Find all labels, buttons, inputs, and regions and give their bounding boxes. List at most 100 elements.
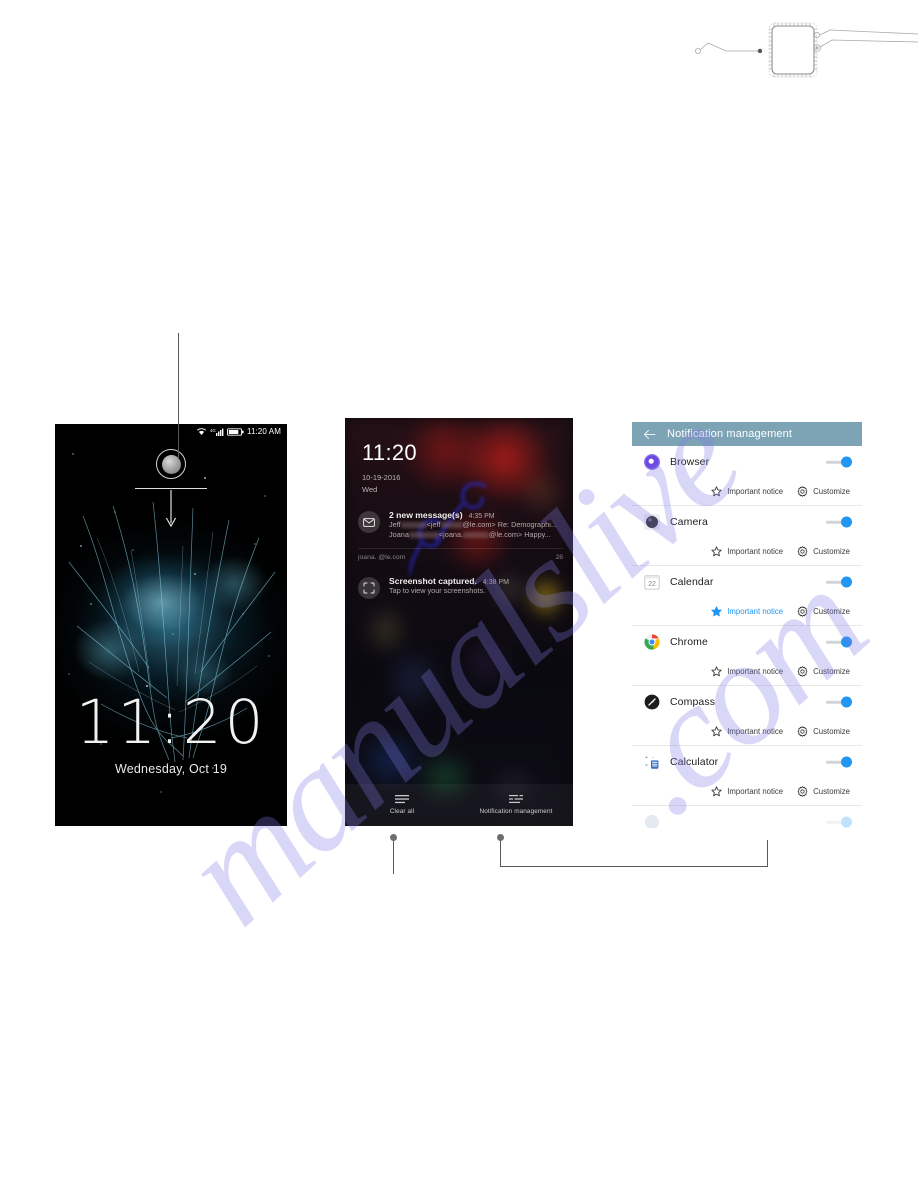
gear-icon [797,726,808,737]
notification-toggle[interactable] [826,756,852,768]
app-row-browser[interactable]: Browser [632,446,862,478]
manual-page: 4G 11:20 AM 11:20 Wednesday, Oct 19 11:2… [0,0,918,1188]
star-icon [711,726,722,737]
app-subrow-chrome: Important notice Customize [632,658,862,686]
app-row-calendar[interactable]: 22 Calendar [632,566,862,598]
shade-action-bar: Clear all Notification management [345,784,573,826]
lock-screen-phone: 4G 11:20 AM 11:20 Wednesday, Oct 19 [55,424,287,826]
lockscreen-time: 11:20 [75,687,267,758]
notification-title: 2 new message(s) [389,510,463,520]
important-notice-button[interactable]: Important notice [711,786,783,797]
app-subrow-camera: Important notice Customize [632,538,862,566]
callout-dot-notification-management [497,834,504,841]
status-bar-time: 11:20 AM [246,427,281,436]
app-row-compass[interactable]: Compass [632,686,862,718]
important-notice-label: Important notice [727,487,784,496]
panel-title: Notification management [667,428,793,440]
star-icon [711,546,722,557]
shade-time: 11:20 [362,440,417,465]
calendar-icon: 22 [644,574,660,590]
browser-icon [644,454,660,470]
clear-all-label: Clear all [389,808,415,815]
important-notice-button[interactable]: Important notice [711,606,783,617]
app-row-chrome[interactable]: Chrome [632,626,862,658]
notification-count: 28 [555,553,563,561]
camera-icon [644,514,660,530]
clear-all-button[interactable]: Clear all [345,795,459,815]
svg-text:−: − [652,755,655,761]
star-icon [711,606,722,617]
notification-footer: joana. @le.com 28 [358,547,563,561]
callout-line-nm-vertical-right [767,840,768,867]
notification-toggle[interactable] [826,636,852,648]
battery-icon [227,427,244,436]
customize-button[interactable]: Customize [797,606,850,617]
notification-line-2: Joana <joana. @le.com> Happy... [389,530,551,540]
important-notice-button[interactable]: Important notice [711,666,783,677]
notification-shade: 11:20 10-19-2016 Wed 2 new message(s) 4:… [345,418,573,826]
gear-icon [797,546,808,557]
app-notification-list: Browser Important notice Customize Camer… [632,446,862,828]
notification-toggle[interactable] [826,816,852,828]
app-subrow-compass: Important notice Customize [632,718,862,746]
app-name: Calendar [670,576,714,588]
important-notice-label: Important notice [727,667,784,676]
star-icon [711,786,722,797]
shade-weekday: Wed [362,484,378,494]
notification-item-messages[interactable]: 2 new message(s) 4:35 PM Jeff <jeff @le.co… [358,510,563,561]
notification-item-screenshot[interactable]: Screenshot captured. 4:38 PM Tap to view… [358,576,563,599]
shade-date-block: 10-19-2016 Wed [362,472,400,495]
lockscreen-clock-block: 11:20 Wednesday, Oct 19 [55,692,287,776]
app-subrow-calendar: Important notice Customize [632,598,862,626]
arrow-down-icon [165,490,177,528]
important-notice-label: Important notice [727,727,784,736]
notification-management-label: Notification management [479,808,553,815]
lockscreen-status-bar: 4G 11:20 AM [55,424,287,439]
ic-chip-callout-diagram [694,22,918,78]
chrome-icon [644,634,660,650]
app-row-camera[interactable]: Camera [632,506,862,538]
notification-shade-phone: 11:20 10-19-2016 Wed 2 new message(s) 4:… [345,418,573,826]
clear-all-icon [395,795,409,804]
notification-toggle[interactable] [826,456,852,468]
screenshot-icon [358,577,380,599]
customize-label: Customize [813,787,850,796]
customize-label: Customize [813,607,850,616]
app-name: Compass [670,696,716,708]
important-notice-label: Important notice [727,607,784,616]
svg-text:+: + [645,755,648,761]
unlock-ring-icon[interactable] [156,449,186,479]
svg-text:22: 22 [648,581,656,588]
star-icon [711,666,722,677]
customize-button[interactable]: Customize [797,726,850,737]
gear-icon [797,786,808,797]
customize-button[interactable]: Customize [797,546,850,557]
compass-icon [644,694,660,710]
customize-label: Customize [813,547,850,556]
notification-time: 4:38 PM [482,579,509,586]
important-notice-button[interactable]: Important notice [711,546,783,557]
notification-line-1: Jeff <jeff @le.com> Re: Demographi... [389,520,557,529]
notification-toggle[interactable] [826,696,852,708]
app-row-calculator[interactable]: + − × Calculator [632,746,862,778]
customize-button[interactable]: Customize [797,666,850,677]
important-notice-button[interactable]: Important notice [711,486,783,497]
back-arrow-icon[interactable] [643,429,656,440]
gear-icon [797,606,808,617]
notification-body: Tap to view your screenshots. [389,586,486,595]
notification-management-button[interactable]: Notification management [459,795,573,815]
notification-toggle[interactable] [826,576,852,588]
important-notice-label: Important notice [727,547,784,556]
customize-button[interactable]: Customize [797,786,850,797]
important-notice-button[interactable]: Important notice [711,726,783,737]
svg-text:×: × [645,763,648,769]
app-name: Browser [670,456,710,468]
lockscreen-date: Wednesday, Oct 19 [114,762,228,776]
wifi-icon [196,428,207,435]
notification-toggle[interactable] [826,516,852,528]
chip-body [768,22,818,78]
app-row-partial[interactable] [632,806,862,828]
customize-button[interactable]: Customize [797,486,850,497]
calculator-icon: + − × [645,755,659,769]
app-name: Camera [670,516,708,528]
